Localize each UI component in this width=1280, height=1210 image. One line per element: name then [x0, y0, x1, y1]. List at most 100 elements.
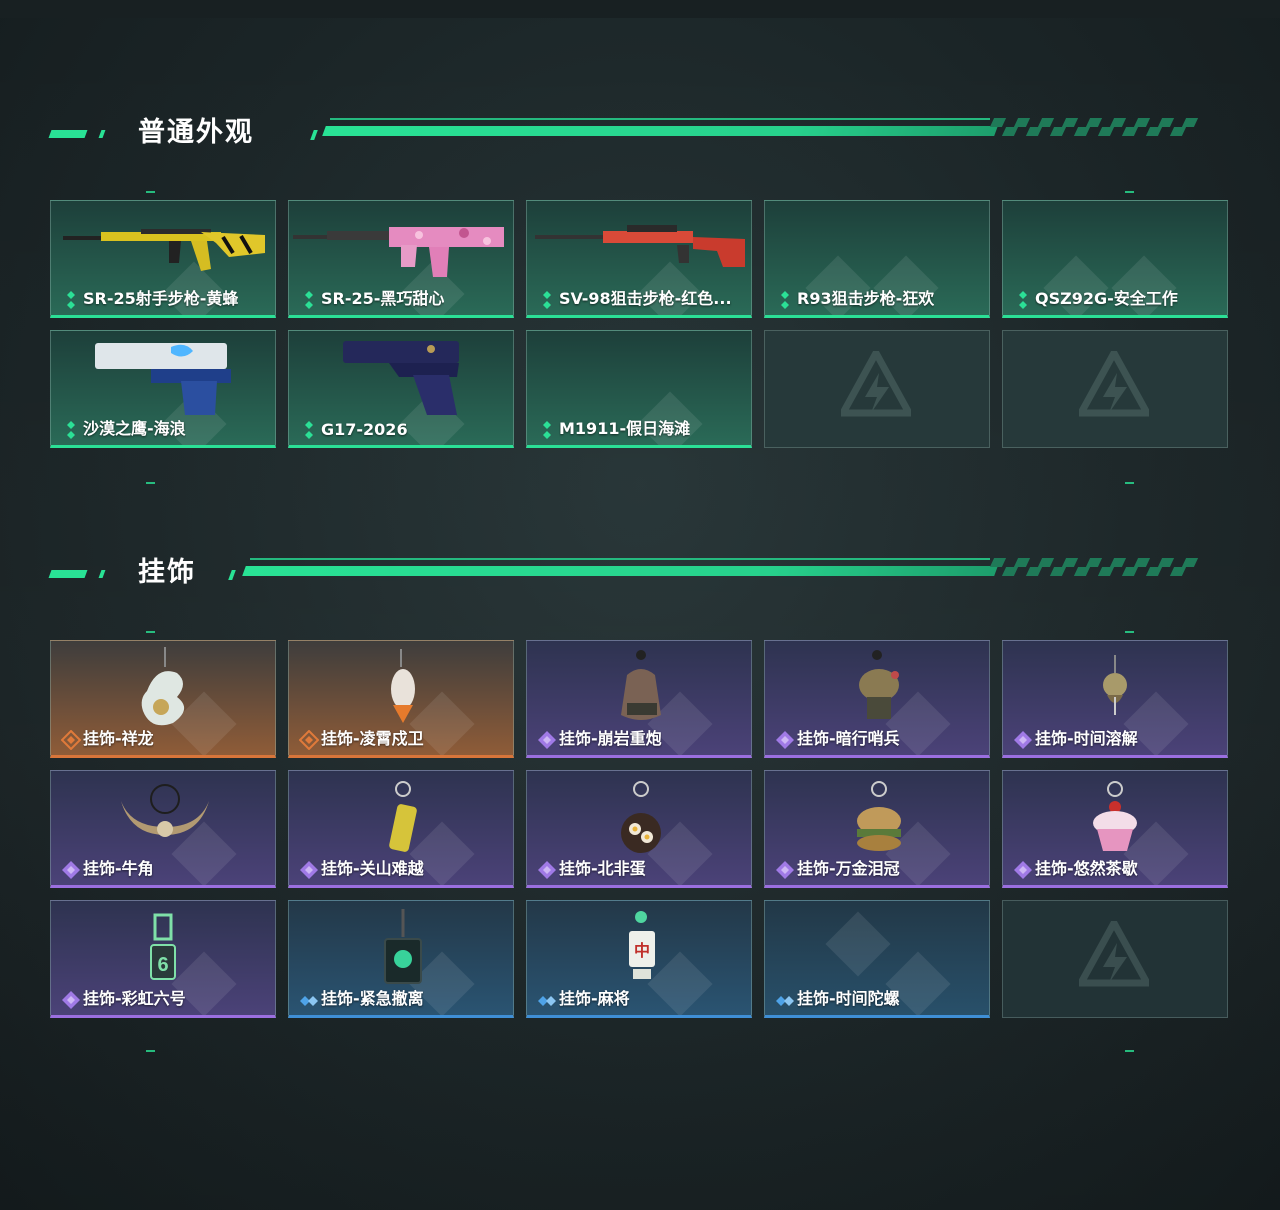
header-accent-line — [250, 558, 990, 560]
skin-card[interactable]: R93狙击步枪-狂欢 — [764, 200, 990, 318]
section-title-skins: 普通外观 — [138, 117, 254, 148]
svg-text:6: 6 — [157, 954, 168, 976]
charm-label: 挂饰-时间陀螺 — [797, 989, 900, 1008]
charm-card[interactable]: 挂饰-关山难越 — [288, 770, 514, 888]
rarity-diamond-icon — [299, 730, 319, 750]
skin-card[interactable]: M1911-假日海滩 — [526, 330, 752, 448]
rarity-diamond-icon — [538, 861, 556, 879]
game-logo-icon — [1079, 921, 1149, 987]
skin-card[interactable]: SR-25-黑巧甜心 — [288, 200, 514, 318]
charm-card[interactable]: 中 挂饰-麻将 — [526, 900, 752, 1018]
skin-card[interactable]: QSZ92G-安全工作 — [1002, 200, 1228, 318]
rarity-diamond-icon — [305, 421, 313, 439]
background — [0, 0, 1280, 1210]
empty-slot — [1002, 900, 1228, 1018]
svg-text:中: 中 — [634, 941, 650, 960]
header-checker-pattern — [989, 558, 1202, 580]
charm-card[interactable]: 挂饰-凌霄戍卫 — [288, 640, 514, 758]
rarity-diamond-icon — [543, 291, 551, 309]
charm-label: 挂饰-彩虹六号 — [83, 989, 186, 1008]
charm-card[interactable]: 挂饰-紧急撤离 — [288, 900, 514, 1018]
game-logo-icon — [1079, 351, 1149, 417]
charm-label: 挂饰-关山难越 — [321, 859, 424, 878]
frame-corner-mark — [146, 1050, 155, 1052]
frame-corner-mark — [1125, 631, 1134, 633]
charm-label: 挂饰-北非蛋 — [559, 859, 646, 878]
charm-card[interactable]: 挂饰-祥龙 — [50, 640, 276, 758]
charm-card[interactable]: 挂饰-北非蛋 — [526, 770, 752, 888]
charm-label: 挂饰-时间溶解 — [1035, 729, 1138, 748]
empty-slot — [764, 330, 990, 448]
header-accent-tick — [310, 130, 318, 140]
rarity-diamond-icon — [305, 291, 313, 309]
section-header-skins: 普通外观 — [0, 117, 1280, 162]
frame-corner-mark — [146, 191, 155, 193]
charm-card[interactable]: 挂饰-崩岩重炮 — [526, 640, 752, 758]
rarity-diamond-icon — [781, 291, 789, 309]
rarity-diamond-icon — [67, 421, 75, 439]
rarity-diamond-icon — [543, 421, 551, 439]
charm-label: 挂饰-祥龙 — [83, 729, 154, 748]
charm-label: 挂饰-麻将 — [559, 989, 630, 1008]
rarity-diamond-icon — [538, 996, 556, 1006]
rarity-diamond-icon — [1014, 861, 1032, 879]
charm-label: 挂饰-悠然茶歇 — [1035, 859, 1138, 878]
skin-card[interactable]: 沙漠之鹰-海浪 — [50, 330, 276, 448]
rarity-diamond-icon — [776, 731, 794, 749]
top-strip — [0, 0, 1280, 18]
rarity-diamond-icon — [538, 731, 556, 749]
skin-label: 沙漠之鹰-海浪 — [83, 419, 186, 438]
charm-card[interactable]: 挂饰-牛角 — [50, 770, 276, 888]
skin-label: SR-25-黑巧甜心 — [321, 289, 445, 308]
frame-corner-mark — [146, 631, 155, 633]
frame-corner-mark — [146, 482, 155, 484]
rarity-diamond-icon — [300, 996, 318, 1006]
rarity-diamond-icon — [776, 996, 794, 1006]
rarity-diamond-icon — [62, 861, 80, 879]
rarity-diamond-icon — [776, 861, 794, 879]
rarity-diamond-icon — [300, 861, 318, 879]
header-accent-dash — [98, 570, 106, 578]
header-accent-tick — [228, 570, 236, 580]
charm-card[interactable]: 挂饰-悠然茶歇 — [1002, 770, 1228, 888]
header-accent-bar — [242, 566, 998, 576]
rarity-diamond-icon — [61, 730, 81, 750]
frame-corner-mark — [1125, 1050, 1134, 1052]
header-accent-line — [330, 118, 990, 120]
skin-label: SR-25射手步枪-黄蜂 — [83, 289, 239, 308]
skin-card[interactable]: G17-2026 — [288, 330, 514, 448]
charm-label: 挂饰-牛角 — [83, 859, 154, 878]
header-accent-bar — [322, 126, 998, 136]
rarity-diamond-icon — [62, 991, 80, 1009]
frame-corner-mark — [1125, 482, 1134, 484]
rarity-diamond-icon — [1014, 731, 1032, 749]
skin-card[interactable]: SR-25射手步枪-黄蜂 — [50, 200, 276, 318]
skin-label: QSZ92G-安全工作 — [1035, 289, 1178, 308]
frame-corner-mark — [1125, 191, 1134, 193]
rarity-diamond-icon — [67, 291, 75, 309]
section-header-charms: 挂饰 — [0, 557, 1280, 602]
charm-label: 挂饰-万金泪冠 — [797, 859, 900, 878]
skin-label: SV-98狙击步枪-红色... — [559, 289, 732, 308]
skin-label: G17-2026 — [321, 420, 408, 439]
charm-label: 挂饰-凌霄戍卫 — [321, 729, 424, 748]
charm-card[interactable]: 挂饰-万金泪冠 — [764, 770, 990, 888]
charm-label: 挂饰-暗行哨兵 — [797, 729, 900, 748]
game-logo-icon — [841, 351, 911, 417]
charm-card[interactable]: 6 挂饰-彩虹六号 — [50, 900, 276, 1018]
header-checker-pattern — [989, 118, 1202, 140]
skin-card[interactable]: SV-98狙击步枪-红色... — [526, 200, 752, 318]
charm-card[interactable]: 挂饰-暗行哨兵 — [764, 640, 990, 758]
skin-label: R93狙击步枪-狂欢 — [797, 289, 935, 308]
skin-label: M1911-假日海滩 — [559, 419, 691, 438]
empty-slot — [1002, 330, 1228, 448]
charm-card[interactable]: 挂饰-时间溶解 — [1002, 640, 1228, 758]
header-accent-dash — [48, 130, 88, 138]
charm-label: 挂饰-紧急撤离 — [321, 989, 424, 1008]
charm-card[interactable]: 挂饰-时间陀螺 — [764, 900, 990, 1018]
header-accent-dash — [98, 130, 106, 138]
rarity-diamond-icon — [1019, 291, 1027, 309]
section-title-charms: 挂饰 — [138, 557, 196, 588]
header-accent-dash — [48, 570, 88, 578]
charm-label: 挂饰-崩岩重炮 — [559, 729, 662, 748]
